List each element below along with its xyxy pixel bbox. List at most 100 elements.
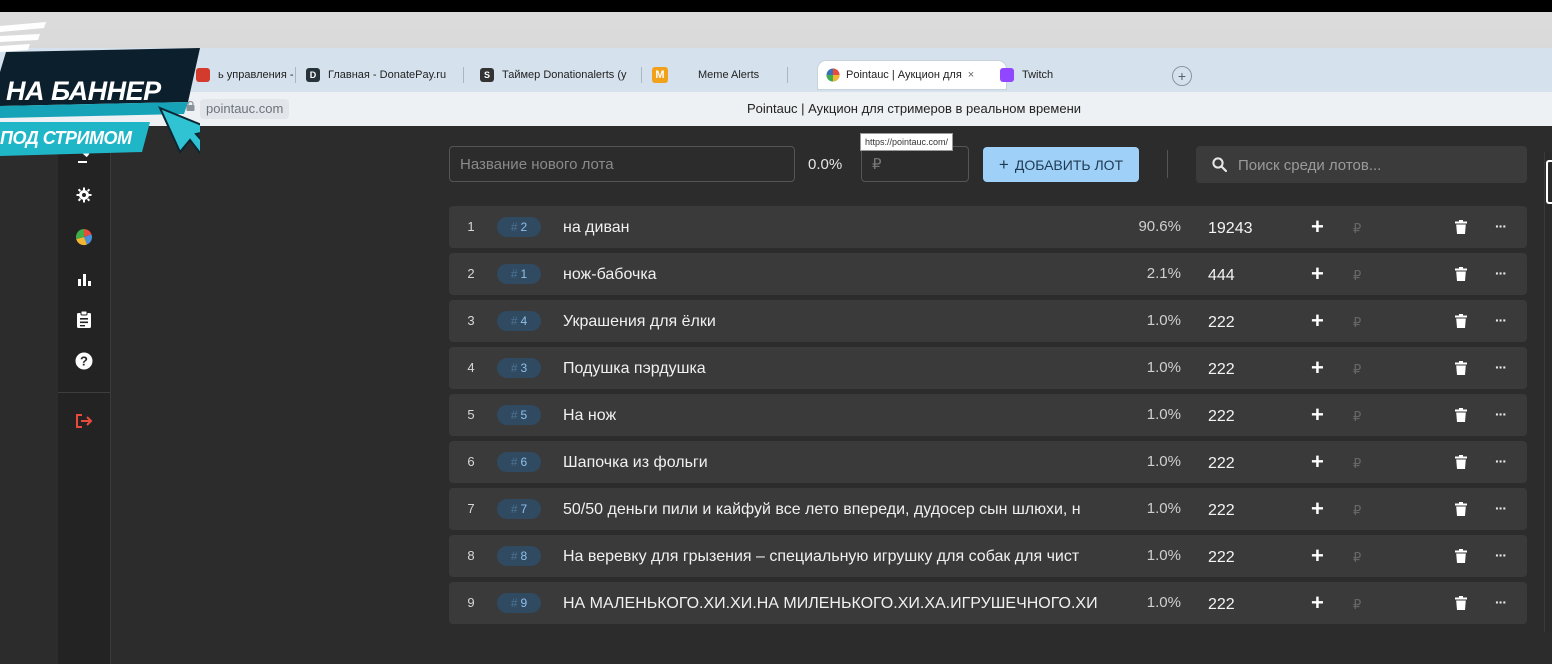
- gear-icon[interactable]: [75, 186, 93, 204]
- lot-row: 7 #7 50/50 деньги пили и кайфуй все лето в…: [449, 488, 1527, 530]
- search-icon: [1212, 157, 1227, 172]
- lot-amount-input[interactable]: ₽: [1353, 394, 1361, 439]
- lot-rank: 7: [467, 501, 475, 516]
- lot-name[interactable]: на диван: [563, 206, 1119, 250]
- lot-id-badge: #9: [497, 593, 541, 613]
- add-lot-label: ДОБАВИТЬ ЛОТ: [1014, 156, 1124, 173]
- add-amount-button[interactable]: +: [1311, 441, 1324, 483]
- lot-name[interactable]: Подушка пэрдушка: [563, 347, 1119, 391]
- trash-icon[interactable]: [1455, 361, 1467, 375]
- lot-rank: 3: [467, 313, 475, 328]
- plus-icon: +: [998, 154, 1009, 174]
- lot-percent: 1.0%: [1146, 359, 1181, 376]
- more-options-icon[interactable]: ···: [1495, 441, 1507, 481]
- lot-amount-input[interactable]: ₽: [1353, 441, 1361, 486]
- lot-amount-input[interactable]: ₽: [1353, 300, 1361, 345]
- lot-name-input[interactable]: [449, 146, 795, 182]
- trash-icon[interactable]: [1455, 314, 1467, 328]
- lot-id-badge: #1: [497, 264, 541, 284]
- browser-tab-3[interactable]: S Таймер Donationalerts (y: [480, 61, 642, 89]
- trash-icon[interactable]: [1455, 408, 1467, 422]
- lot-name[interactable]: На веревку для грызения – специальную иг…: [563, 535, 1119, 579]
- plus-icon: +: [1177, 68, 1187, 84]
- tab-separator: [787, 67, 788, 83]
- browser-tab-7[interactable]: Twitch: [1000, 61, 1120, 89]
- lot-percent: 90.6%: [1138, 218, 1181, 235]
- hash-symbol: #: [510, 314, 518, 328]
- lot-rank: 9: [467, 595, 475, 610]
- add-amount-button[interactable]: +: [1311, 582, 1324, 624]
- browser-tab-4[interactable]: M: [652, 61, 674, 89]
- trash-icon[interactable]: [1455, 502, 1467, 516]
- lot-amount-input[interactable]: ₽: [1353, 582, 1361, 627]
- right-panel-knob[interactable]: [1546, 160, 1552, 204]
- more-options-icon[interactable]: ···: [1495, 347, 1507, 387]
- more-options-icon[interactable]: ···: [1495, 300, 1507, 340]
- lot-amount-input[interactable]: ₽: [1353, 206, 1361, 251]
- svg-text:?: ?: [80, 354, 88, 369]
- lot-id-badge: #2: [497, 217, 541, 237]
- add-amount-button[interactable]: +: [1311, 206, 1324, 248]
- add-amount-button[interactable]: +: [1311, 535, 1324, 577]
- pointauc-favicon-icon: [826, 68, 840, 82]
- trash-icon[interactable]: [1455, 267, 1467, 281]
- lot-name[interactable]: нож-бабочка: [563, 253, 1119, 297]
- lot-amount: 222: [1208, 314, 1235, 331]
- lot-name[interactable]: 50/50 деньги пили и кайфуй все лето впер…: [563, 488, 1119, 532]
- lot-amount-input[interactable]: ₽: [1353, 347, 1361, 392]
- new-lot-percent: 0.0%: [808, 156, 843, 173]
- lot-row: 4 #3 Подушка пэрдушка 1.0% 222 + ₽ ···: [449, 347, 1527, 389]
- lot-name[interactable]: Шапочка из фольги: [563, 441, 1119, 485]
- tab-label: Pointauc | Аукцион для: [846, 69, 962, 81]
- hash-symbol: #: [510, 549, 518, 563]
- lot-rank: 6: [467, 454, 475, 469]
- lot-name[interactable]: На нож: [563, 394, 1119, 438]
- trash-icon[interactable]: [1455, 455, 1467, 469]
- lot-amount-input[interactable]: ₽: [1353, 535, 1361, 580]
- new-tab-button[interactable]: +: [1172, 66, 1192, 86]
- lot-amount: 19243: [1208, 220, 1253, 237]
- bar-chart-icon[interactable]: [75, 270, 93, 288]
- add-amount-button[interactable]: +: [1311, 394, 1324, 436]
- browser-tab-1[interactable]: ь управления - Do: [196, 61, 296, 89]
- more-options-icon[interactable]: ···: [1495, 206, 1507, 246]
- more-options-icon[interactable]: ···: [1495, 488, 1507, 528]
- more-options-icon[interactable]: ···: [1495, 394, 1507, 434]
- browser-tab-2[interactable]: D Главная - DonatePay.ru: [306, 61, 464, 89]
- close-tab-icon[interactable]: ×: [968, 69, 974, 81]
- amount-input[interactable]: [861, 146, 969, 182]
- browser-tab-6[interactable]: Pointauc | Аукцион для ×: [818, 61, 1006, 89]
- trash-icon[interactable]: [1455, 549, 1467, 563]
- lot-id: 8: [520, 549, 528, 563]
- add-amount-button[interactable]: +: [1311, 300, 1324, 342]
- browser-tab-5[interactable]: Meme Alerts: [698, 61, 788, 89]
- logout-icon[interactable]: [75, 412, 93, 430]
- toolbar-divider: [1167, 150, 1168, 178]
- search-input[interactable]: [1236, 146, 1520, 185]
- lot-percent: 1.0%: [1146, 406, 1181, 423]
- add-lot-button[interactable]: + ДОБАВИТЬ ЛОТ: [983, 147, 1139, 182]
- more-options-icon[interactable]: ···: [1495, 253, 1507, 293]
- lot-id-badge: #3: [497, 358, 541, 378]
- lot-amount: 222: [1208, 596, 1235, 613]
- lot-percent: 1.0%: [1146, 453, 1181, 470]
- help-icon[interactable]: ?: [75, 352, 93, 370]
- sidebar-divider: [58, 392, 110, 393]
- lot-name[interactable]: НА МАЛЕНЬКОГО.ХИ.ХИ.НА МИЛЕНЬКОГО.ХИ.ХА.…: [563, 582, 1119, 626]
- lot-amount-input[interactable]: ₽: [1353, 253, 1361, 298]
- trash-icon[interactable]: [1455, 220, 1467, 234]
- trash-icon[interactable]: [1455, 596, 1467, 610]
- add-amount-button[interactable]: +: [1311, 488, 1324, 530]
- more-options-icon[interactable]: ···: [1495, 535, 1507, 575]
- lot-amount-input[interactable]: ₽: [1353, 488, 1361, 533]
- lot-name[interactable]: Украшения для ёлки: [563, 300, 1119, 344]
- pie-chart-icon[interactable]: [75, 228, 93, 246]
- banner-text-line2: ПОД СТРИМОМ: [0, 128, 132, 148]
- clipboard-icon[interactable]: [75, 310, 93, 328]
- lot-id: 7: [520, 502, 528, 516]
- add-amount-button[interactable]: +: [1311, 347, 1324, 389]
- lot-amount: 222: [1208, 455, 1235, 472]
- more-options-icon[interactable]: ···: [1495, 582, 1507, 622]
- url-field[interactable]: pointauc.com: [200, 99, 290, 119]
- add-amount-button[interactable]: +: [1311, 253, 1324, 295]
